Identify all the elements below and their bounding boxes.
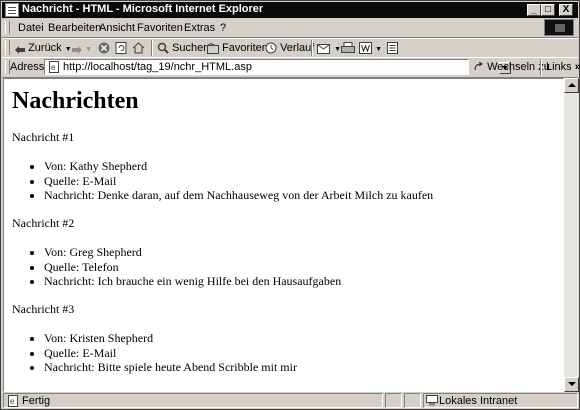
discuss-icon (387, 42, 398, 55)
message-from: Von: Greg Shepherd (44, 245, 341, 260)
edit-button[interactable]: ▼ (359, 41, 382, 55)
menu-ansicht[interactable]: Ansicht (99, 22, 135, 34)
standard-toolbar: Zurück ▼ ▼ Suchen Favoriten Verlauf ▼ ▼ (2, 38, 578, 58)
scroll-down-button[interactable] (564, 377, 579, 392)
status-panel-empty (385, 393, 402, 408)
message-from: Von: Kathy Shepherd (44, 159, 433, 174)
back-arrow-icon (15, 44, 25, 55)
mail-dropdown-icon: ▼ (334, 46, 341, 53)
history-icon (265, 42, 277, 54)
page-content: Nachrichten Nachricht #1 Von: Kathy Shep… (3, 78, 564, 392)
arrow-up-icon (568, 83, 576, 87)
menu-favoriten[interactable]: Favoriten (137, 22, 183, 34)
stop-icon (98, 42, 110, 54)
message-text: Nachricht: Bitte spiele heute Abend Scri… (44, 360, 297, 375)
toolbar-separator (151, 40, 153, 56)
address-bar: Adresse e http://localhost/tag_19/nchr_H… (2, 57, 580, 78)
search-label: Suchen (172, 42, 210, 54)
menu-bearbeiten[interactable]: Bearbeiten (48, 22, 101, 34)
search-button[interactable]: Suchen (157, 41, 209, 55)
message-list: Von: Kathy Shepherd Quelle: E-Mail Nachr… (44, 159, 433, 203)
message-title: Nachricht #1 (12, 130, 75, 144)
chevron-right-icon: » (575, 61, 580, 73)
close-button[interactable]: X (559, 4, 573, 16)
maximize-button[interactable]: □ (541, 4, 555, 16)
svg-text:e: e (10, 397, 15, 406)
mail-icon (317, 43, 331, 54)
message-title: Nachricht #2 (12, 216, 75, 230)
address-separator (540, 59, 542, 75)
menu-help[interactable]: ? (220, 22, 226, 34)
print-icon (341, 42, 355, 54)
status-panel-empty (404, 393, 421, 408)
forward-dropdown-icon: ▼ (85, 46, 92, 53)
edit-dropdown-icon: ▼ (375, 46, 382, 53)
refresh-icon (115, 42, 127, 55)
home-icon (132, 42, 145, 54)
forward-button[interactable]: ▼ (72, 41, 92, 55)
back-label: Zurück (28, 42, 62, 54)
refresh-button[interactable] (115, 41, 127, 55)
minimize-button[interactable]: _ (527, 4, 541, 16)
page-heading: Nachrichten (12, 88, 139, 114)
address-url: http://localhost/tag_19/nchr_HTML.asp (63, 61, 252, 73)
links-label: Links (546, 61, 572, 73)
message-text: Nachricht: Denke daran, auf dem Nachhaus… (44, 188, 433, 203)
print-button[interactable] (341, 41, 355, 55)
menu-datei[interactable]: Datei (18, 22, 44, 34)
status-text: Fertig (22, 395, 51, 407)
mail-button[interactable]: ▼ (317, 41, 341, 55)
message-source: Quelle: E-Mail (44, 346, 297, 361)
favorites-icon (207, 42, 219, 54)
stop-button[interactable] (98, 41, 110, 55)
home-button[interactable] (132, 41, 145, 55)
word-edit-icon (359, 42, 372, 55)
go-arrow-icon (474, 61, 484, 72)
toolbar-separator (311, 40, 313, 56)
message-list: Von: Greg Shepherd Quelle: Telefon Nachr… (44, 245, 341, 289)
back-dropdown-icon: ▼ (64, 46, 72, 53)
search-icon (157, 42, 169, 54)
message-list: Von: Kristen Shepherd Quelle: E-Mail Nac… (44, 331, 297, 375)
intranet-icon (426, 395, 438, 406)
zone-text: Lokales Intranet (439, 395, 518, 407)
window-title: Nachricht - HTML - Microsoft Internet Ex… (22, 3, 264, 15)
svg-text:e: e (51, 63, 56, 72)
go-button[interactable]: Wechseln zu (474, 61, 550, 73)
menu-grip (5, 21, 10, 34)
toolbar-grip (5, 40, 10, 55)
browser-window: Nachricht - HTML - Microsoft Internet Ex… (0, 0, 580, 410)
menu-bar: Datei Bearbeiten Ansicht Favoriten Extra… (2, 19, 578, 38)
links-button[interactable]: Links » (546, 61, 580, 73)
message-title: Nachricht #3 (12, 302, 75, 316)
zone-panel: Lokales Intranet (423, 393, 578, 408)
back-button[interactable]: Zurück ▼ (15, 41, 72, 55)
status-bar: e Fertig Lokales Intranet (2, 393, 578, 408)
address-input[interactable]: e http://localhost/tag_19/nchr_HTML.asp (44, 59, 511, 75)
message-from: Von: Kristen Shepherd (44, 331, 297, 346)
status-panel: e Fertig (3, 393, 383, 408)
history-button[interactable]: Verlauf (265, 41, 314, 55)
favorites-button[interactable]: Favoriten (207, 41, 268, 55)
windows-logo-icon (544, 19, 574, 36)
ie-page-icon (5, 3, 19, 17)
vertical-scrollbar[interactable] (564, 78, 579, 392)
page-status-icon: e (7, 395, 19, 407)
discuss-button[interactable] (387, 41, 398, 55)
title-bar: Nachricht - HTML - Microsoft Internet Ex… (2, 2, 578, 18)
message-source: Quelle: E-Mail (44, 174, 433, 189)
page-icon: e (48, 61, 60, 73)
message-source: Quelle: Telefon (44, 260, 341, 275)
history-label: Verlauf (280, 42, 315, 54)
scroll-up-button[interactable] (564, 78, 579, 93)
forward-arrow-icon (72, 44, 82, 55)
message-text: Nachricht: Ich brauche ein wenig Hilfe b… (44, 274, 341, 289)
menu-extras[interactable]: Extras (184, 22, 215, 34)
favorites-label: Favoriten (222, 42, 268, 54)
arrow-down-icon (568, 382, 576, 386)
